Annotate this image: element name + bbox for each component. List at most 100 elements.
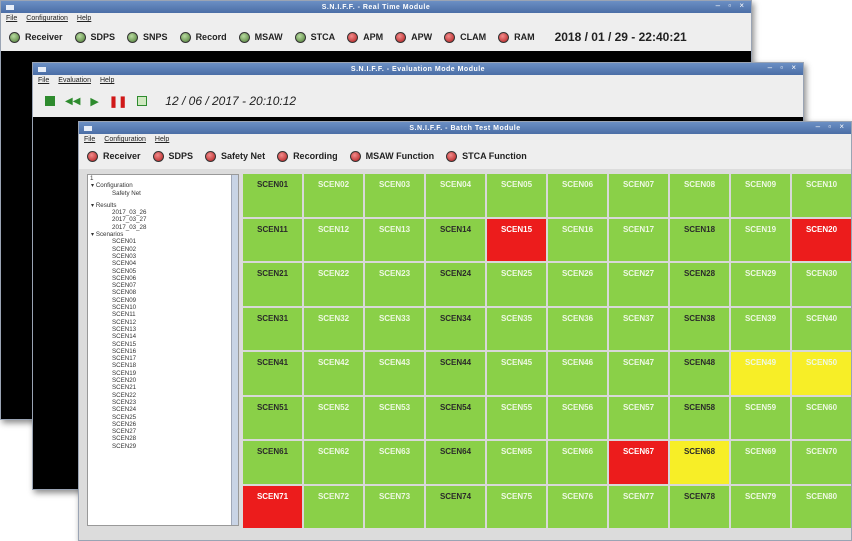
scenario-cell[interactable]: SCEN51 [243, 396, 302, 439]
scenario-cell[interactable]: SCEN16 [548, 218, 607, 261]
scenario-cell[interactable]: SCEN27 [609, 263, 668, 306]
scenario-cell[interactable]: SCEN75 [487, 485, 546, 528]
scenario-cell[interactable]: SCEN46 [548, 352, 607, 395]
scenario-cell[interactable]: SCEN53 [365, 396, 424, 439]
scenario-cell[interactable]: SCEN44 [426, 352, 485, 395]
scenario-cell[interactable]: SCEN77 [609, 485, 668, 528]
tree-item[interactable]: SCEN24 [88, 406, 238, 413]
scenario-cell[interactable]: SCEN39 [731, 307, 790, 350]
scenario-cell[interactable]: SCEN12 [304, 218, 363, 261]
pause-icon[interactable]: ❚❚ [109, 95, 127, 108]
tree-node-scenarios[interactable]: ▾ Scenarios [88, 231, 238, 238]
tree-item[interactable]: SCEN25 [88, 414, 238, 421]
scenario-cell[interactable]: SCEN48 [670, 352, 729, 395]
scenario-cell[interactable]: SCEN45 [487, 352, 546, 395]
tree-item[interactable]: 2017_03_27 [88, 216, 238, 223]
scenario-cell[interactable]: SCEN56 [548, 396, 607, 439]
scenario-cell[interactable]: SCEN01 [243, 174, 302, 217]
tree-item[interactable]: SCEN18 [88, 362, 238, 369]
scenario-cell[interactable]: SCEN35 [487, 307, 546, 350]
scenario-cell[interactable]: SCEN66 [548, 441, 607, 484]
scenario-cell[interactable]: SCEN13 [365, 218, 424, 261]
tree-item[interactable]: SCEN15 [88, 341, 238, 348]
tree-item[interactable]: SCEN29 [88, 443, 238, 450]
scenario-cell[interactable]: SCEN65 [487, 441, 546, 484]
scenario-cell[interactable]: SCEN25 [487, 263, 546, 306]
scenario-cell[interactable]: SCEN63 [365, 441, 424, 484]
scenario-cell[interactable]: SCEN60 [792, 396, 851, 439]
scenario-cell[interactable]: SCEN15 [487, 218, 546, 261]
tree-item[interactable]: 2017_03_28 [88, 224, 238, 231]
scenario-cell[interactable]: SCEN06 [548, 174, 607, 217]
scenario-cell[interactable]: SCEN33 [365, 307, 424, 350]
tree-item[interactable]: SCEN22 [88, 392, 238, 399]
tree-item[interactable]: SCEN19 [88, 370, 238, 377]
scenario-cell[interactable]: SCEN55 [487, 396, 546, 439]
scenario-cell[interactable]: SCEN18 [670, 218, 729, 261]
tree-scrollbar[interactable] [231, 175, 238, 525]
tree-item[interactable]: SCEN17 [88, 355, 238, 362]
tree-item[interactable]: SCEN04 [88, 260, 238, 267]
scenario-cell[interactable]: SCEN58 [670, 396, 729, 439]
scenario-cell[interactable]: SCEN57 [609, 396, 668, 439]
scenario-tree[interactable]: 1 ▾ Configuration Safety Net ▾ Results 2017_… [87, 174, 239, 526]
tree-item[interactable]: SCEN06 [88, 275, 238, 282]
play-icon[interactable]: ▶ [90, 95, 98, 108]
scenario-cell[interactable]: SCEN40 [792, 307, 851, 350]
scenario-cell[interactable]: SCEN74 [426, 485, 485, 528]
menu-help[interactable]: Help [100, 77, 114, 84]
scenario-cell[interactable]: SCEN30 [792, 263, 851, 306]
scenario-cell[interactable]: SCEN29 [731, 263, 790, 306]
scenario-cell[interactable]: SCEN80 [792, 485, 851, 528]
menu-file[interactable]: File [84, 136, 95, 143]
scenario-cell[interactable]: SCEN67 [609, 441, 668, 484]
scenario-cell[interactable]: SCEN26 [548, 263, 607, 306]
scenario-cell[interactable]: SCEN11 [243, 218, 302, 261]
stop-icon[interactable] [45, 96, 55, 106]
scenario-cell[interactable]: SCEN04 [426, 174, 485, 217]
scenario-cell[interactable]: SCEN21 [243, 263, 302, 306]
menu-configuration[interactable]: Configuration [26, 15, 68, 22]
tree-item[interactable]: SCEN09 [88, 297, 238, 304]
scenario-cell[interactable]: SCEN70 [792, 441, 851, 484]
scenario-cell[interactable]: SCEN64 [426, 441, 485, 484]
scenario-cell[interactable]: SCEN47 [609, 352, 668, 395]
scenario-cell[interactable]: SCEN24 [426, 263, 485, 306]
tree-node-results[interactable]: ▾ Results [88, 202, 238, 209]
tree-item[interactable]: SCEN26 [88, 421, 238, 428]
tree-node-configuration[interactable]: ▾ Configuration [88, 182, 238, 189]
menu-configuration[interactable]: Configuration [104, 136, 146, 143]
tree-item[interactable]: SCEN08 [88, 289, 238, 296]
tree-item[interactable]: Safety Net [88, 190, 238, 197]
tree-item[interactable]: SCEN27 [88, 428, 238, 435]
realtime-titlebar[interactable]: S.N.I.F.F. - Real Time Module – ▫ × [1, 1, 751, 13]
scenario-cell[interactable]: SCEN10 [792, 174, 851, 217]
scenario-cell[interactable]: SCEN79 [731, 485, 790, 528]
tree-item[interactable]: SCEN10 [88, 304, 238, 311]
scenario-cell[interactable]: SCEN02 [304, 174, 363, 217]
scenario-cell[interactable]: SCEN62 [304, 441, 363, 484]
scenario-cell[interactable]: SCEN34 [426, 307, 485, 350]
window-controls[interactable]: – ▫ × [716, 1, 747, 10]
export-icon[interactable] [137, 96, 148, 106]
scenario-cell[interactable]: SCEN59 [731, 396, 790, 439]
tree-item[interactable]: SCEN23 [88, 399, 238, 406]
tree-item[interactable]: SCEN13 [88, 326, 238, 333]
window-controls[interactable]: – ▫ × [816, 122, 847, 131]
scenario-cell[interactable]: SCEN05 [487, 174, 546, 217]
rewind-icon[interactable]: ◀◀ [65, 96, 80, 107]
scenario-cell[interactable]: SCEN28 [670, 263, 729, 306]
tree-item[interactable]: SCEN14 [88, 333, 238, 340]
window-controls[interactable]: – ▫ × [768, 63, 799, 72]
menu-evaluation[interactable]: Evaluation [58, 77, 91, 84]
tree-item[interactable]: SCEN28 [88, 435, 238, 442]
scenario-cell[interactable]: SCEN20 [792, 218, 851, 261]
batch-titlebar[interactable]: S.N.I.F.F. - Batch Test Module – ▫ × [79, 122, 851, 134]
tree-item[interactable]: SCEN01 [88, 238, 238, 245]
scenario-cell[interactable]: SCEN61 [243, 441, 302, 484]
tree-item[interactable]: SCEN02 [88, 246, 238, 253]
tree-filter-field[interactable]: 1 [88, 175, 238, 182]
tree-item[interactable]: SCEN07 [88, 282, 238, 289]
scenario-cell[interactable]: SCEN08 [670, 174, 729, 217]
scenario-cell[interactable]: SCEN14 [426, 218, 485, 261]
